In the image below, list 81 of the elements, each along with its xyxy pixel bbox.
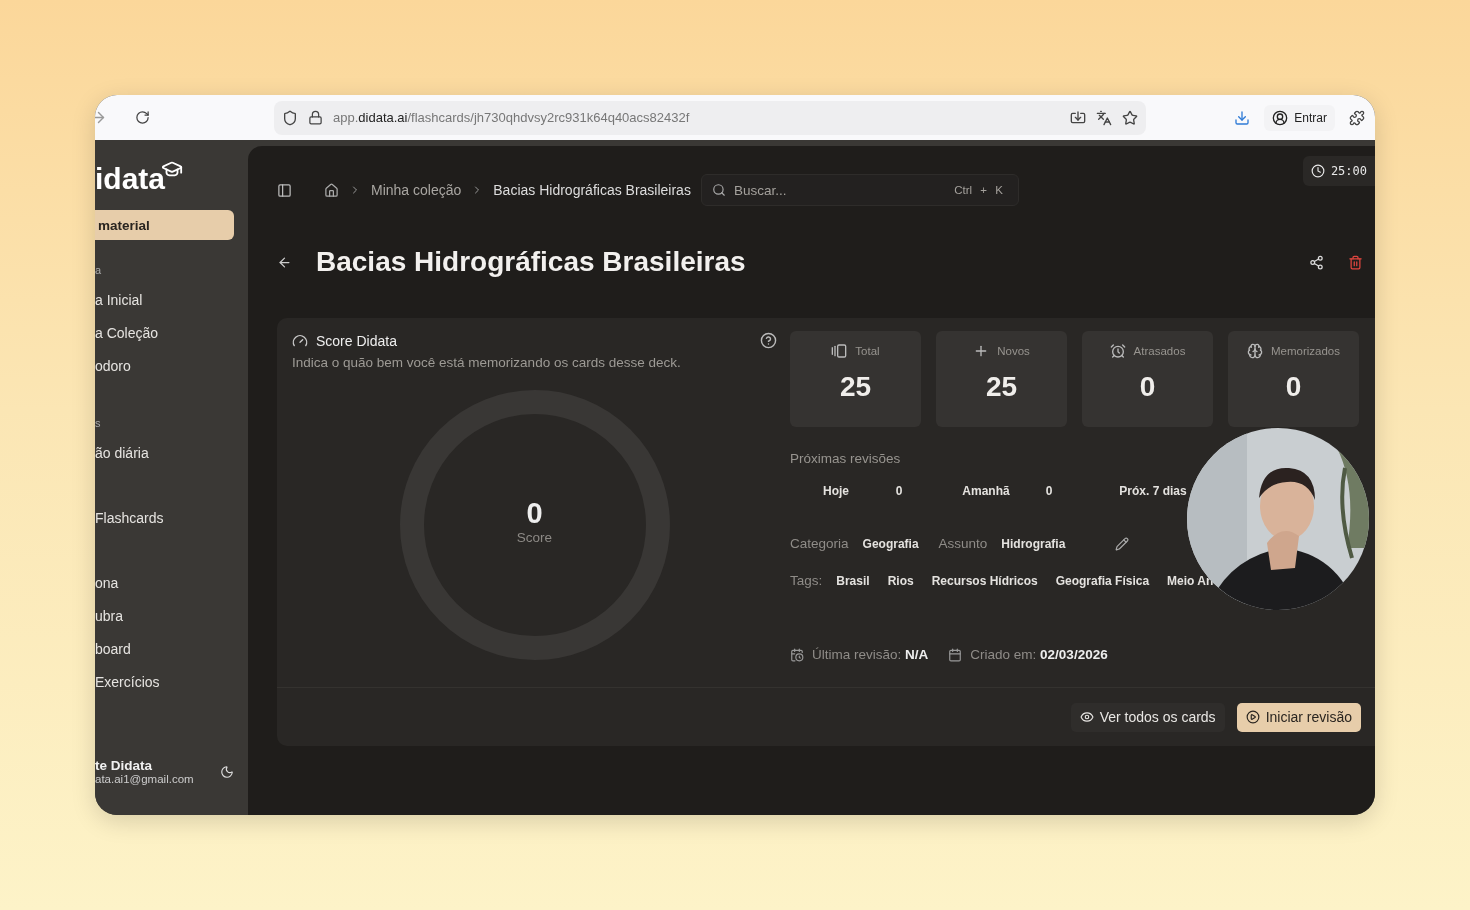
home-icon[interactable] xyxy=(324,182,339,198)
new-material-button[interactable]: material xyxy=(95,210,234,240)
logo: idata xyxy=(95,164,166,194)
user-name: te Didata xyxy=(95,758,153,773)
deck-title: Bacias Hidrográficas Brasileiras xyxy=(316,246,747,278)
star-icon[interactable] xyxy=(1122,109,1138,126)
nav-item[interactable]: Exercícios xyxy=(95,666,234,699)
stat-value: 0 xyxy=(1285,371,1302,403)
category-value: Geografia xyxy=(862,536,919,551)
user-icon xyxy=(1272,109,1289,126)
start-review-button[interactable]: Iniciar revisão xyxy=(1236,702,1361,732)
category-label: Categoria xyxy=(790,536,849,551)
stat-value: 25 xyxy=(839,371,872,403)
nav-item[interactable]: a Inicial xyxy=(95,284,234,317)
pomodoro-timer[interactable]: 25:00 xyxy=(1302,156,1375,186)
clock-icon xyxy=(1310,164,1325,178)
clock-icon xyxy=(1109,343,1126,359)
stat-label: Atrasados xyxy=(1133,345,1186,357)
nav-item[interactable]: a Coleção xyxy=(95,317,234,350)
stat-label: Total xyxy=(855,345,880,357)
breadcrumb-link[interactable]: Bacias Hidrográficas Brasileiras xyxy=(493,182,691,198)
tag: Rios xyxy=(883,573,918,588)
eye-icon xyxy=(1079,710,1094,724)
profile-button[interactable]: Entrar xyxy=(1264,104,1335,131)
stat-value: 0 xyxy=(1139,371,1156,403)
install-icon[interactable] xyxy=(1070,109,1086,126)
download-icon[interactable] xyxy=(1234,109,1251,126)
url-text: app.didata.ai/flashcards/jh730qhdvsy2rc931k64q40acs82432f xyxy=(333,110,691,125)
nav-item[interactable]: ubra xyxy=(95,600,234,633)
review-period: Hoje xyxy=(822,484,850,498)
nav-section-label: s xyxy=(95,416,102,431)
subject-label: Assunto xyxy=(938,536,988,551)
stat-label: Memorizados xyxy=(1271,345,1340,357)
pencil-icon[interactable] xyxy=(1115,536,1130,551)
extensions-icon[interactable] xyxy=(1349,109,1365,126)
address-bar[interactable]: app.didata.ai/flashcards/jh730qhdvsy2rc931k64q40acs82432f xyxy=(274,100,1146,135)
trash-icon[interactable] xyxy=(1348,254,1363,270)
calendar-icon xyxy=(948,647,963,662)
score-title: Score Didata xyxy=(316,332,398,349)
tag: Brasil xyxy=(832,573,874,588)
gauge-icon xyxy=(292,332,308,349)
subject-value: Hidrografia xyxy=(1001,536,1066,551)
upcoming-title: Próximas revisões xyxy=(790,451,902,466)
play-icon xyxy=(1245,710,1260,724)
help-icon[interactable] xyxy=(760,332,777,349)
score-value: 0 xyxy=(526,496,543,530)
stat-value: 25 xyxy=(985,371,1018,403)
created-date: Criado em: 02/03/2026 xyxy=(970,647,1108,662)
forward-arrow-icon[interactable] xyxy=(95,109,107,126)
moon-icon[interactable] xyxy=(220,764,234,779)
sidebar-toggle-icon[interactable] xyxy=(277,182,292,198)
review-period: Amanhã xyxy=(961,484,1011,498)
lock-icon xyxy=(308,110,323,125)
tag: Recursos Hídricos xyxy=(927,573,1042,588)
nav-item[interactable]: ão diária xyxy=(95,437,234,470)
breadcrumb-link[interactable]: Minha coleção xyxy=(371,182,462,198)
cards-icon xyxy=(831,343,848,359)
nav-section-label: a xyxy=(95,263,103,278)
search-icon xyxy=(711,183,726,197)
nav-item[interactable]: odoro xyxy=(95,350,234,383)
nav-item[interactable]: Flashcards xyxy=(95,502,234,535)
reload-icon[interactable] xyxy=(135,110,150,125)
stat-label: Novos xyxy=(997,345,1030,357)
user-email: ata.ai1@gmail.com xyxy=(95,773,194,785)
translate-icon[interactable] xyxy=(1096,109,1112,126)
share-icon[interactable] xyxy=(1309,254,1324,270)
score-description: Indica o quão bem você está memorizando os cards desse deck. xyxy=(292,355,682,370)
review-count: 0 xyxy=(1044,484,1054,498)
score-label: Score xyxy=(516,529,553,545)
last-review: Última revisão: N/A xyxy=(812,647,929,662)
nav-item[interactable]: ona xyxy=(95,567,234,600)
brain-icon xyxy=(1247,343,1263,359)
review-period: Próx. 7 dias xyxy=(1118,484,1188,498)
review-count: 0 xyxy=(894,484,904,498)
view-all-cards-button[interactable]: Ver todos os cards xyxy=(1070,702,1225,732)
calendar-clock-icon xyxy=(790,647,804,662)
nav-item[interactable]: board xyxy=(95,633,234,666)
shield-icon xyxy=(282,109,298,126)
shortcut-hint: Ctrl + K xyxy=(954,184,1003,196)
tag: Geografia Física xyxy=(1051,573,1154,588)
tags-label: Tags: xyxy=(790,573,823,588)
